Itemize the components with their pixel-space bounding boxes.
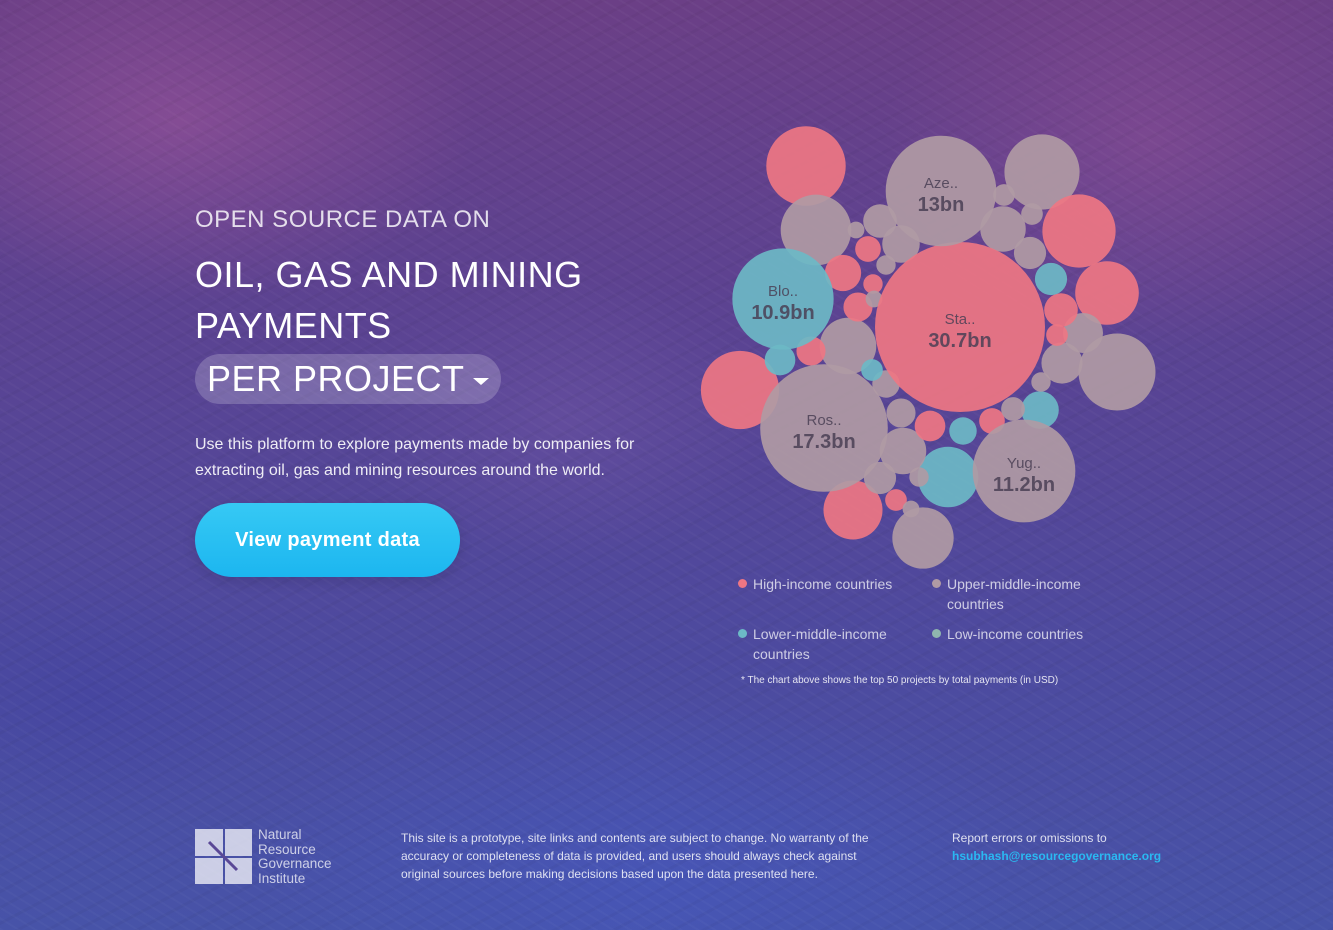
bubble[interactable] xyxy=(766,126,846,206)
bubble[interactable] xyxy=(1031,372,1051,392)
nrgi-logo-mark-icon xyxy=(195,829,252,884)
legend-dot-upper-middle-income xyxy=(932,579,941,588)
bubble[interactable] xyxy=(892,507,954,569)
bubble[interactable] xyxy=(886,398,916,428)
bubble[interactable] xyxy=(855,236,881,262)
legend-dot-high-income xyxy=(738,579,747,588)
legend-item-high-income[interactable]: High-income countries xyxy=(738,574,933,594)
granularity-dropdown[interactable]: PER PROJECT xyxy=(195,354,501,404)
report-errors-label: Report errors or omissions to xyxy=(952,831,1107,845)
bubble[interactable] xyxy=(876,255,896,275)
bubble[interactable] xyxy=(1042,194,1116,268)
footer-disclaimer: This site is a prototype, site links and… xyxy=(401,831,869,881)
logo-line-3: Governance xyxy=(258,856,332,871)
nrgi-logo[interactable]: Natural Resource Governance Institute xyxy=(195,827,345,886)
legend-item-upper-middle-income[interactable]: Upper-middle-income countries xyxy=(932,574,1127,614)
logo-line-2: Resource xyxy=(258,841,316,857)
hero-description: Use this platform to explore payments ma… xyxy=(195,436,635,479)
legend-label-upper-middle-income: Upper-middle-income countries xyxy=(947,576,1081,612)
bubble-ros[interactable] xyxy=(760,364,888,492)
bubble-yug[interactable] xyxy=(972,419,1076,523)
legend-dot-low-income xyxy=(932,629,941,638)
report-errors: Report errors or omissions to hsubhash@r… xyxy=(952,829,1161,865)
bubble[interactable] xyxy=(993,184,1015,206)
bubble[interactable] xyxy=(1044,293,1078,327)
logo-line-4: Institute xyxy=(258,870,306,886)
legend-label-low-income: Low-income countries xyxy=(947,626,1084,642)
bubble[interactable] xyxy=(914,410,946,442)
logo-line-1: Natural xyxy=(258,827,302,842)
legend-dot-lower-middle-income xyxy=(738,629,747,638)
bubble-blo[interactable] xyxy=(732,248,834,350)
bubble-aze[interactable] xyxy=(885,135,997,247)
hero-eyebrow: OPEN SOURCE DATA ON xyxy=(195,206,491,233)
bubble[interactable] xyxy=(861,359,883,381)
caret-down-icon xyxy=(472,377,489,385)
bubble[interactable] xyxy=(1034,262,1068,296)
bubble-sta[interactable] xyxy=(875,242,1045,412)
bubble[interactable] xyxy=(1001,397,1025,421)
bubble[interactable] xyxy=(847,221,865,239)
report-email-link[interactable]: hsubhash@resourcegovernance.org xyxy=(952,847,1161,865)
legend-item-lower-middle-income[interactable]: Lower-middle-income countries xyxy=(738,624,933,664)
bubble[interactable] xyxy=(1021,203,1043,225)
legend-label-high-income: High-income countries xyxy=(753,576,893,592)
bubble[interactable] xyxy=(1046,324,1068,346)
bubble[interactable] xyxy=(902,500,920,518)
hero: OPEN SOURCE DATA ON OIL, GAS AND MINING … xyxy=(195,205,685,577)
legend-item-low-income[interactable]: Low-income countries xyxy=(932,624,1127,644)
legend-label-lower-middle-income: Lower-middle-income countries xyxy=(753,626,887,662)
view-payment-data-button[interactable]: View payment data xyxy=(195,503,460,577)
granularity-dropdown-value: PER PROJECT xyxy=(207,358,465,399)
bubble[interactable] xyxy=(949,417,977,445)
bubble[interactable] xyxy=(909,467,929,487)
chart-footnote: * The chart above shows the top 50 proje… xyxy=(741,675,1059,686)
bubble[interactable] xyxy=(1013,236,1047,270)
nrgi-logo-text: Natural Resource Governance Institute xyxy=(258,827,332,886)
hero-headline: OIL, GAS AND MINING PAYMENTS xyxy=(195,254,583,346)
